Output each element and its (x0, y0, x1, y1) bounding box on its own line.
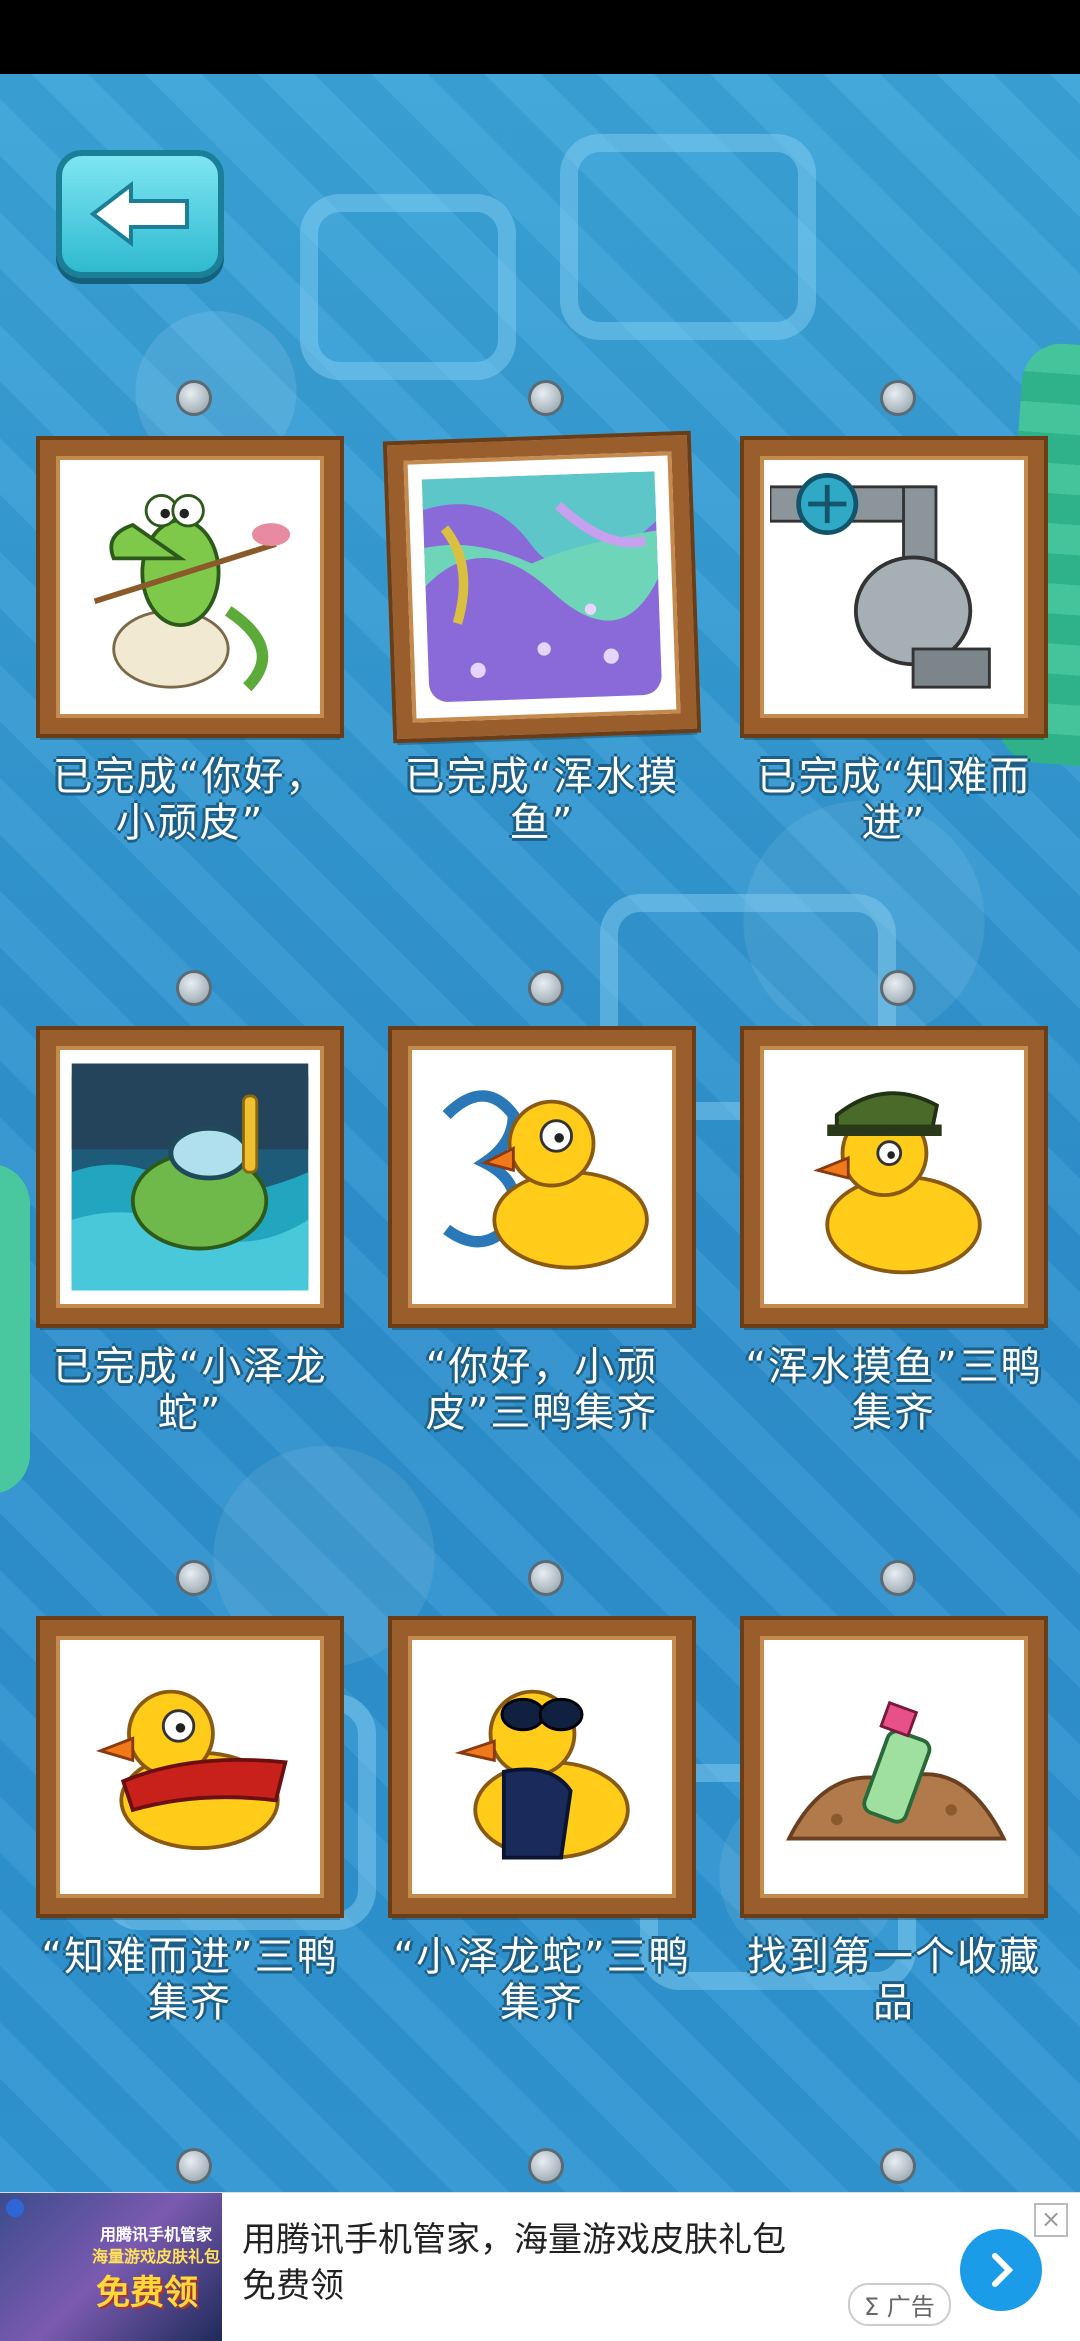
chevron-right-icon (992, 2253, 1014, 2287)
water-level-icon (414, 462, 670, 713)
ad-text[interactable]: 用腾讯手机管家，海量游戏皮肤礼包免费领 (242, 2217, 802, 2309)
hook (176, 970, 212, 1006)
ad-image-text: 免费领 (96, 2273, 198, 2313)
crocodile-snorkel-icon (66, 1056, 314, 1298)
hook (880, 380, 916, 416)
achievement-caption: 找到第一个收藏品 (747, 1934, 1041, 2026)
hook (528, 2148, 564, 2184)
achievement-caption: “小泽龙蛇”三鸭集齐 (393, 1934, 691, 2026)
shield-icon (6, 2199, 24, 2217)
achievement-caption: 已完成“小泽龙蛇” (52, 1344, 328, 1436)
hook (880, 2148, 916, 2184)
picture-frame (36, 1026, 344, 1328)
achievement-caption: 已完成“浑水摸鱼” (404, 754, 680, 846)
picture-frame (740, 436, 1048, 738)
duck-sunglasses-icon (418, 1646, 666, 1888)
duck-soldier-icon (770, 1056, 1018, 1298)
crocodile-swampy-icon (66, 466, 314, 708)
picture-frame (36, 1616, 344, 1918)
ad-label: Σ 广告 (848, 2283, 951, 2326)
status-bar (0, 0, 1080, 74)
ad-image[interactable]: 用腾讯手机管家 海量游戏皮肤礼包 免费领 (0, 2193, 222, 2341)
picture-frame (740, 1616, 1048, 1918)
achievement-tile[interactable]: 找到第一个收藏品 (740, 1560, 1048, 2026)
hook (880, 970, 916, 1006)
achievement-tile[interactable]: 已完成“知难而进” (740, 380, 1048, 846)
achievement-tile[interactable]: 已完成“小泽龙蛇” (36, 970, 344, 1436)
achievement-caption: “知难而进”三鸭集齐 (41, 1934, 339, 2026)
achievement-grid: 已完成“你好，小顽皮” 已完成“浑水摸鱼” 已完成“知难而进” 已完成“小泽龙蛇… (0, 74, 1080, 2192)
hook (880, 1560, 916, 1596)
picture-frame (388, 1616, 696, 1918)
achievements-screen: 已完成“你好，小顽皮” 已完成“浑水摸鱼” 已完成“知难而进” 已完成“小泽龙蛇… (0, 74, 1080, 2192)
ad-image-text: 海量游戏皮肤礼包 (92, 2247, 221, 2266)
picture-frame (740, 1026, 1048, 1328)
ad-close-button[interactable]: × (1034, 2203, 1068, 2237)
picture-frame (36, 436, 344, 738)
ad-banner[interactable]: 用腾讯手机管家 海量游戏皮肤礼包 免费领 用腾讯手机管家，海量游戏皮肤礼包免费领… (0, 2192, 1080, 2341)
ad-open-button[interactable] (960, 2229, 1042, 2311)
duck-cape-icon (66, 1646, 314, 1888)
hook (176, 1560, 212, 1596)
collectible-bottle-icon (770, 1646, 1018, 1888)
hook (528, 1560, 564, 1596)
achievement-caption: “浑水摸鱼”三鸭集齐 (745, 1344, 1043, 1436)
achievement-tile[interactable]: “知难而进”三鸭集齐 (36, 1560, 344, 2026)
duck-three-icon (418, 1056, 666, 1298)
hook (528, 970, 564, 1006)
ad-image-text: 用腾讯手机管家 (100, 2225, 213, 2244)
achievement-tile[interactable]: “小泽龙蛇”三鸭集齐 (388, 1560, 696, 2026)
picture-frame (388, 1026, 696, 1328)
picture-frame (382, 430, 702, 744)
achievement-caption: “你好，小顽皮”三鸭集齐 (425, 1344, 659, 1436)
achievement-tile[interactable]: 已完成“浑水摸鱼” (382, 380, 702, 846)
hook (176, 380, 212, 416)
hook (176, 2148, 212, 2184)
hook (528, 380, 564, 416)
achievement-tile[interactable]: “浑水摸鱼”三鸭集齐 (740, 970, 1048, 1436)
achievement-tile[interactable]: “你好，小顽皮”三鸭集齐 (388, 970, 696, 1436)
pipe-valve-icon (770, 466, 1018, 708)
achievement-caption: 已完成“知难而进” (756, 754, 1032, 846)
achievement-caption: 已完成“你好，小顽皮” (52, 754, 328, 846)
achievement-tile[interactable]: 已完成“你好，小顽皮” (36, 380, 344, 846)
